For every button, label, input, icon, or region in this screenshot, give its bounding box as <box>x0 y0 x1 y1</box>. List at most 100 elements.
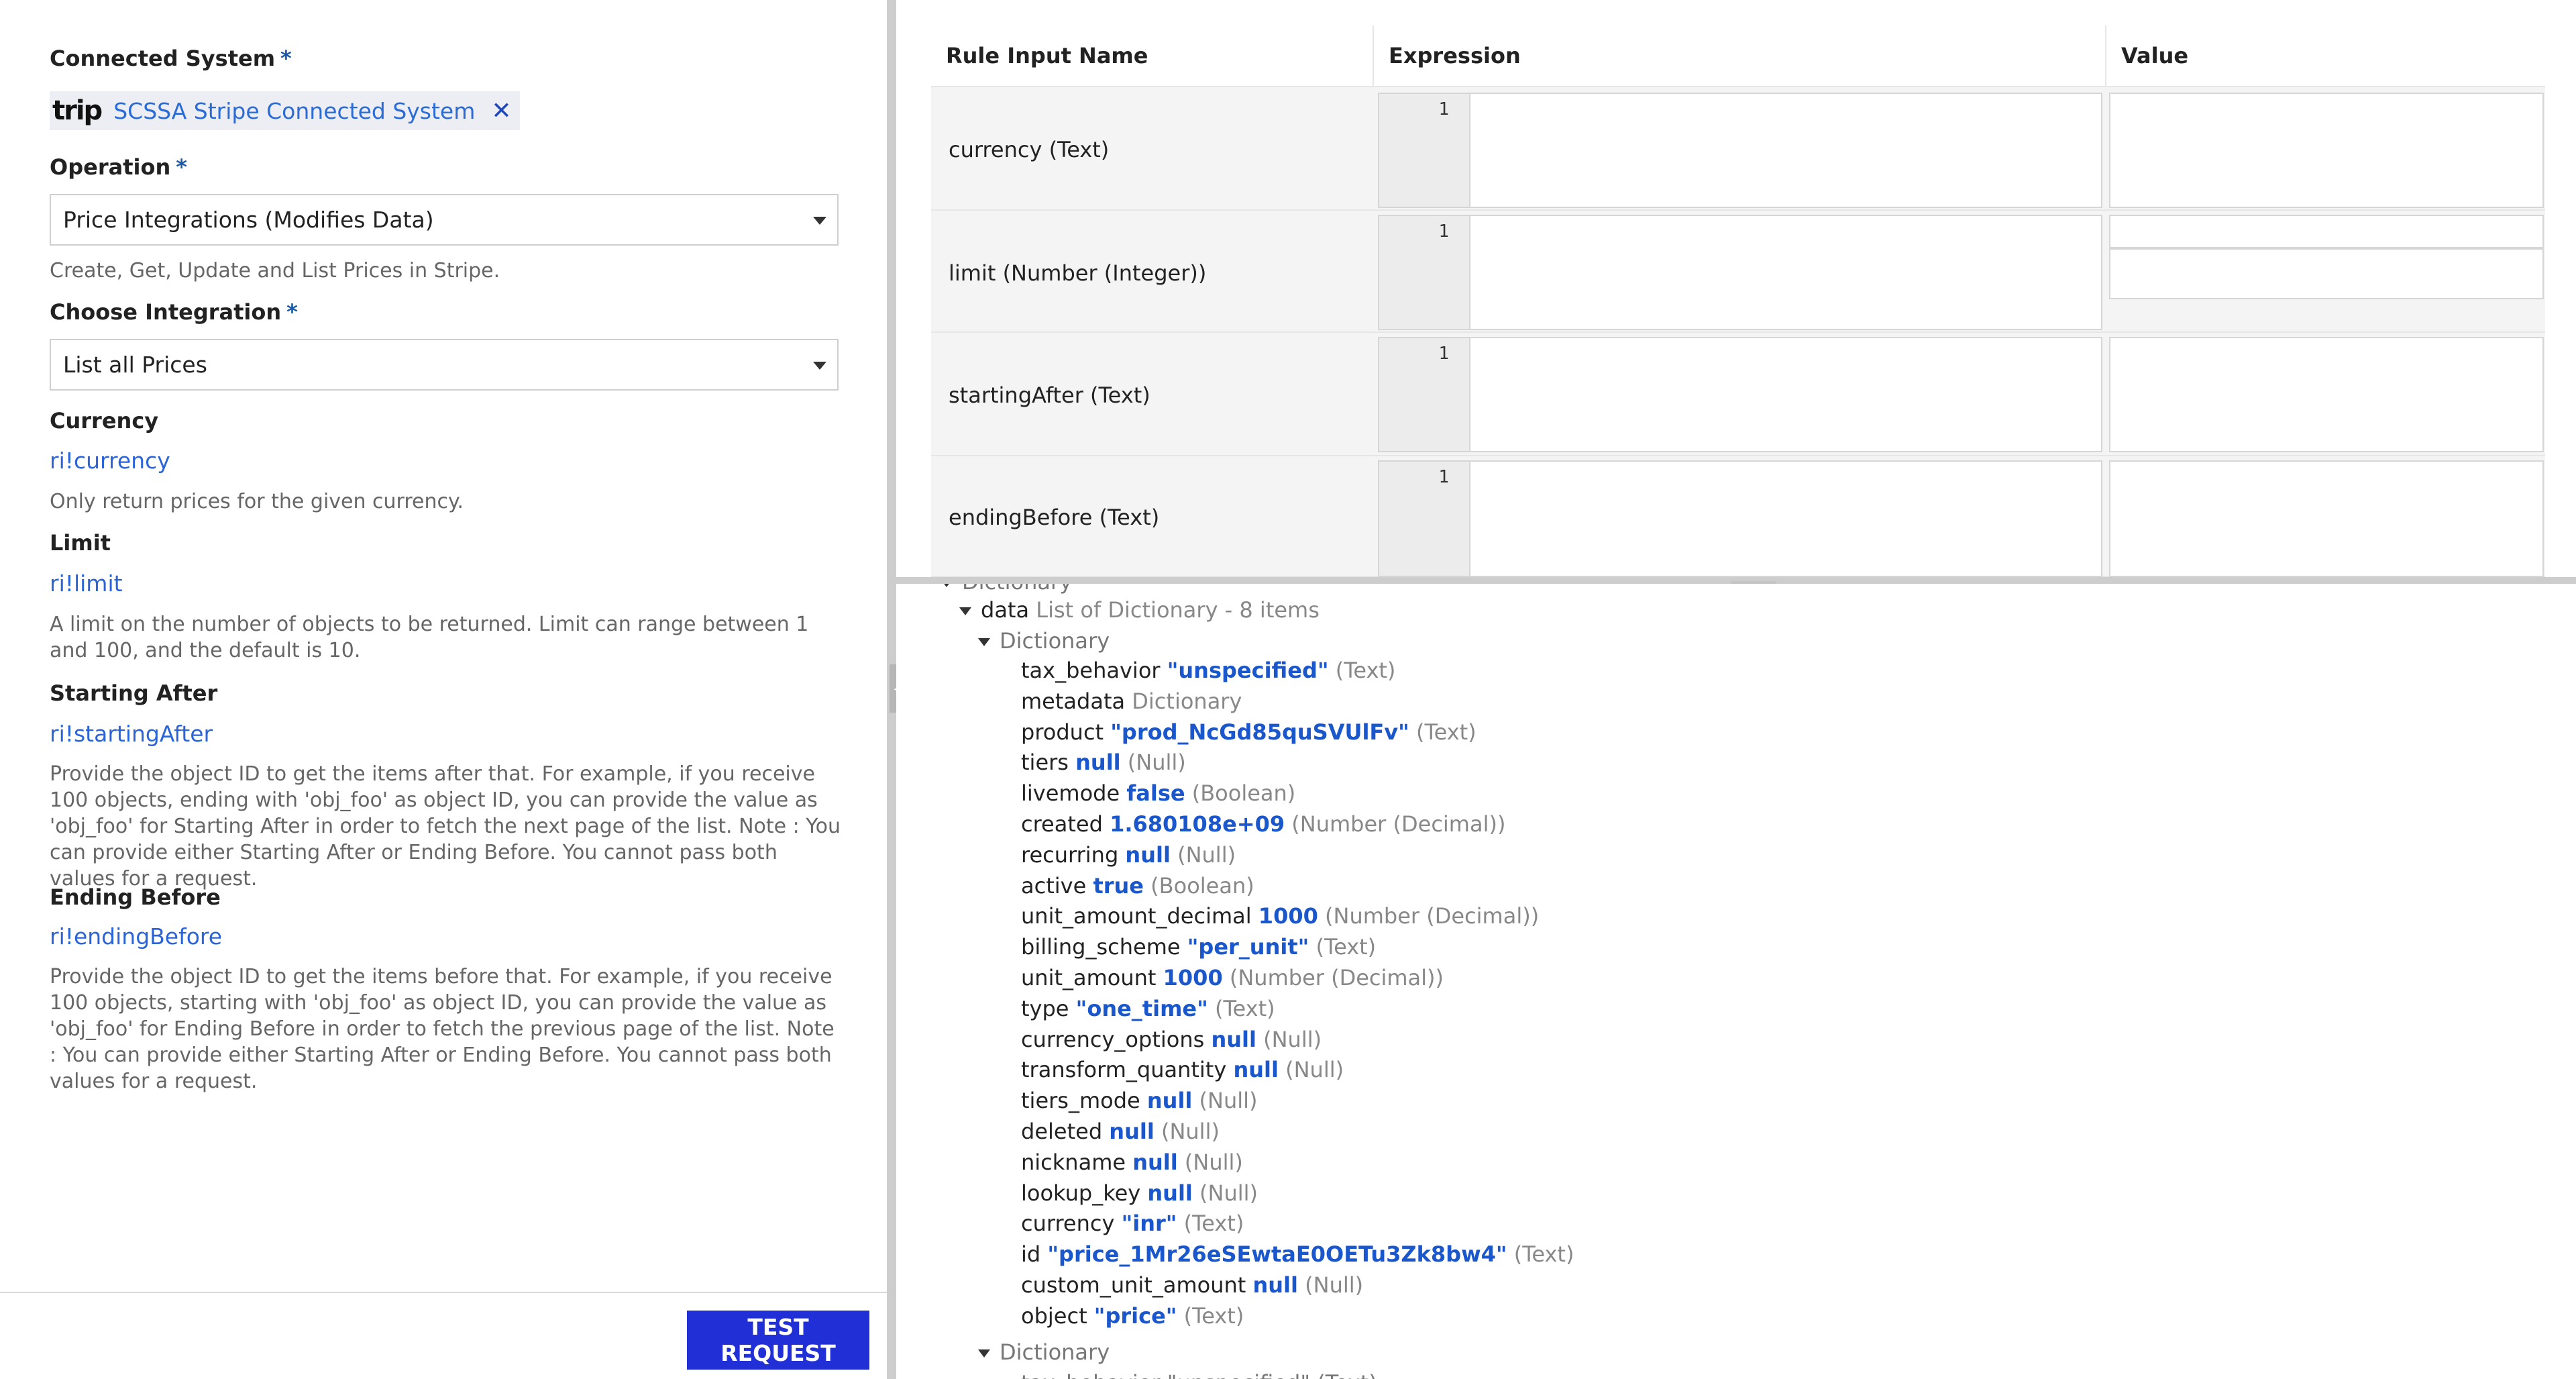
operation-label-text: Operation <box>50 154 171 180</box>
tree-node-data[interactable]: data List of Dictionary - 8 items <box>959 597 1320 623</box>
tree-type: (Text) <box>1513 1241 1574 1268</box>
tree-key: currency_options <box>1021 1026 1205 1052</box>
expand-triangle-icon[interactable] <box>978 1349 990 1358</box>
tree-value: 1000 <box>1258 903 1318 929</box>
tree-value: 1000 <box>1163 965 1223 990</box>
remove-chip-icon[interactable]: ✕ <box>491 97 511 125</box>
tree-key: custom_unit_amount <box>1021 1272 1246 1298</box>
column-header-rule-input-name: Rule Input Name <box>931 25 1374 87</box>
chevron-down-icon[interactable] <box>813 362 826 370</box>
starting-after-label: Starting After <box>50 680 218 706</box>
tree-type: (Number (Decimal)) <box>1229 965 1444 990</box>
starting-after-rule-link[interactable]: ri!startingAfter <box>50 721 213 747</box>
tree-entry: tax_behavior "unspecified" (Text) <box>1021 658 1395 683</box>
line-number-gutter: 1 <box>1378 93 1469 208</box>
value-field[interactable] <box>2109 337 2544 452</box>
integration-label-text: Choose Integration <box>50 299 282 325</box>
required-mark: * <box>286 299 298 325</box>
ending-before-rule-link[interactable]: ri!endingBefore <box>50 923 222 950</box>
expand-triangle-icon[interactable] <box>959 607 971 615</box>
tree-node-root[interactable]: Dictionary <box>941 584 1072 595</box>
integration-select[interactable]: List all Prices <box>50 339 839 391</box>
expression-editor[interactable] <box>1469 93 2102 208</box>
tree-key: tiers <box>1021 750 1069 776</box>
connected-system-label-text: Connected System <box>50 46 276 71</box>
tree-value: "one_time" <box>1075 995 1208 1021</box>
currency-rule-link[interactable]: ri!currency <box>50 448 170 474</box>
tree-type: (Boolean) <box>1191 780 1296 807</box>
connected-system-name[interactable]: SCSSA Stripe Connected System <box>113 98 475 124</box>
rule-input-name: limit (Number (Integer)) <box>949 260 1207 286</box>
tree-key: data <box>981 597 1030 623</box>
expression-editor[interactable] <box>1469 215 2102 330</box>
value-field[interactable] <box>2109 460 2544 577</box>
tree-value: "price" <box>1093 1303 1177 1329</box>
expand-triangle-icon[interactable] <box>978 638 990 646</box>
tree-type: (Text) <box>1415 719 1477 745</box>
operation-select-value: Price Integrations (Modifies Data) <box>63 207 434 233</box>
expression-editor[interactable] <box>1469 337 2102 452</box>
tree-key: deleted <box>1021 1119 1103 1144</box>
tree-value: null <box>1147 1180 1193 1206</box>
chevron-down-icon[interactable] <box>813 217 826 225</box>
tree-key: recurring <box>1021 841 1119 868</box>
required-mark: * <box>280 46 292 71</box>
currency-help-text: Only return prices for the given currenc… <box>50 490 464 513</box>
tree-type: (Text) <box>1335 658 1396 683</box>
tree-entry: transform_quantity null (Null) <box>1021 1057 1344 1082</box>
tree-key: product <box>1021 719 1104 745</box>
operation-select[interactable]: Price Integrations (Modifies Data) <box>50 194 839 246</box>
rule-input-name: currency (Text) <box>949 137 1110 162</box>
result-tree: Dictionary data List of Dictionary - 8 i… <box>896 584 2576 1379</box>
tree-node-dictionary[interactable]: Dictionary <box>978 1339 1110 1365</box>
tree-key: object <box>1021 1303 1087 1329</box>
tree-value: null <box>1252 1272 1298 1298</box>
tree-type: (Text) <box>1183 1303 1244 1329</box>
tree-entry: type "one_time" (Text) <box>1021 996 1275 1021</box>
tree-key: tax_behavior <box>1021 658 1161 683</box>
tree-value: false <box>1126 780 1185 807</box>
tree-value: null <box>1125 841 1171 868</box>
tree-entry: created 1.680108e+09 (Number (Decimal)) <box>1021 811 1505 837</box>
limit-number-input[interactable] <box>2109 248 2544 299</box>
line-number-gutter: 1 <box>1378 337 1469 452</box>
tree-type: (Null) <box>1177 841 1236 868</box>
expression-editor[interactable] <box>1469 460 2102 577</box>
tree-node-dictionary[interactable]: Dictionary <box>978 628 1110 654</box>
rule-input-name: endingBefore (Text) <box>949 505 1160 530</box>
tree-entry: object "price" (Text) <box>1021 1303 1244 1329</box>
tree-node-label: Dictionary <box>962 584 1072 595</box>
operation-help-text: Create, Get, Update and List Prices in S… <box>50 259 500 283</box>
tree-value: null <box>1211 1026 1256 1052</box>
test-request-button[interactable]: TEST REQUEST <box>687 1311 869 1370</box>
tree-type: (Null) <box>1199 1180 1258 1206</box>
tree-type: (Null) <box>1199 1088 1258 1114</box>
currency-label: Currency <box>50 408 159 433</box>
tree-type: (Null) <box>1263 1026 1322 1052</box>
limit-rule-link[interactable]: ri!limit <box>50 570 123 597</box>
tree-type: (Null) <box>1161 1119 1220 1144</box>
connected-system-label: Connected System * <box>50 46 292 71</box>
tree-key: lookup_key <box>1021 1180 1141 1206</box>
tree-entry: product "prod_NcGd85quSVUlFv" (Text) <box>1021 719 1477 745</box>
tree-entry: unit_amount_decimal 1000 (Number (Decima… <box>1021 903 1539 929</box>
line-number-gutter: 1 <box>1378 215 1469 330</box>
line-number-gutter: 1 <box>1378 460 1469 577</box>
tree-value: null <box>1075 750 1121 776</box>
tree-type: (Number (Decimal)) <box>1291 811 1506 837</box>
tree-type: (Text) <box>1214 995 1275 1021</box>
tree-entry: custom_unit_amount null (Null) <box>1021 1272 1363 1298</box>
tree-entry: tiers_mode null (Null) <box>1021 1088 1258 1113</box>
tree-value: "prod_NcGd85quSVUlFv" <box>1110 719 1409 745</box>
tree-entry: recurring null (Null) <box>1021 842 1236 868</box>
tree-key: active <box>1021 872 1087 899</box>
value-field[interactable] <box>2109 93 2544 208</box>
tree-value: null <box>1132 1149 1178 1175</box>
tree-value: true <box>1093 872 1144 899</box>
expand-triangle-icon[interactable] <box>941 584 953 587</box>
connected-system-chip[interactable]: trip SCSSA Stripe Connected System ✕ <box>50 91 520 130</box>
limit-label: Limit <box>50 530 111 556</box>
tree-key: nickname <box>1021 1149 1126 1175</box>
tree-entry: id "price_1Mr26eSEwtaE0OETu3Zk8bw4" (Tex… <box>1021 1241 1574 1267</box>
tree-entry: metadata Dictionary <box>1021 688 1242 714</box>
